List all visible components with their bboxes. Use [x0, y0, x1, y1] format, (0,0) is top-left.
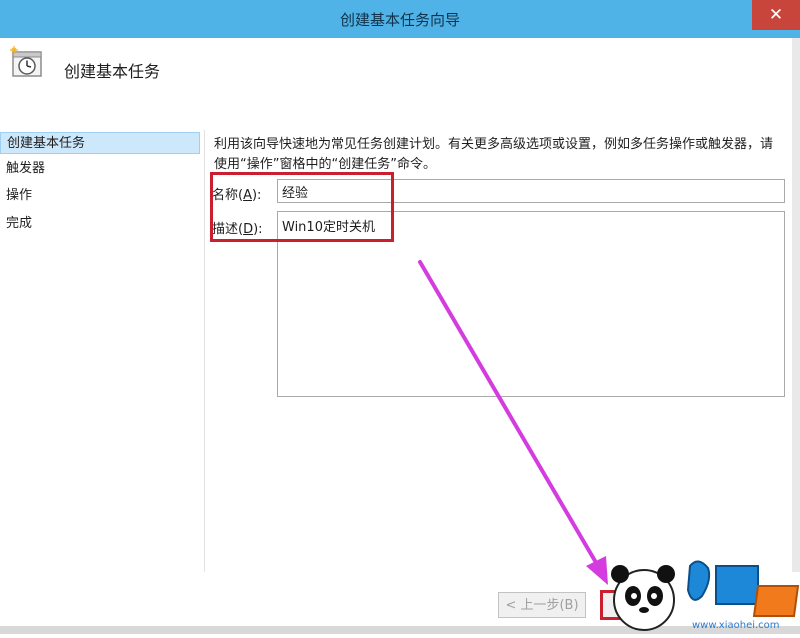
title-bar: 创建基本任务向导 ✕ — [0, 0, 800, 39]
window-edge — [792, 38, 800, 626]
page-title: 创建基本任务 — [64, 62, 161, 81]
sidebar-item-action[interactable]: 操作 — [0, 185, 200, 207]
red-highlight-box — [210, 172, 394, 242]
sidebar-item-trigger[interactable]: 触发器 — [0, 158, 200, 180]
window-title: 创建基本任务向导 — [339, 11, 460, 29]
sidebar-item-finish[interactable]: 完成 — [0, 213, 200, 235]
wizard-steps-sidebar: 创建基本任务 触发器 操作 完成 — [0, 130, 205, 626]
close-button[interactable]: ✕ — [752, 0, 800, 30]
sidebar-item-create-basic-task[interactable]: 创建基本任务 — [0, 132, 200, 154]
back-button[interactable]: < 上一步(B) — [498, 592, 586, 618]
site-watermark: www.xiaohei.com — [608, 556, 800, 634]
task-clock-icon — [10, 46, 42, 77]
watermark-url: www.xiaohei.com — [692, 620, 780, 631]
wizard-description: 利用该向导快速地为常见任务创建计划。有关更多高级选项或设置，例如多任务操作或触发… — [214, 137, 774, 172]
wizard-header: 创建基本任务 — [0, 38, 800, 130]
